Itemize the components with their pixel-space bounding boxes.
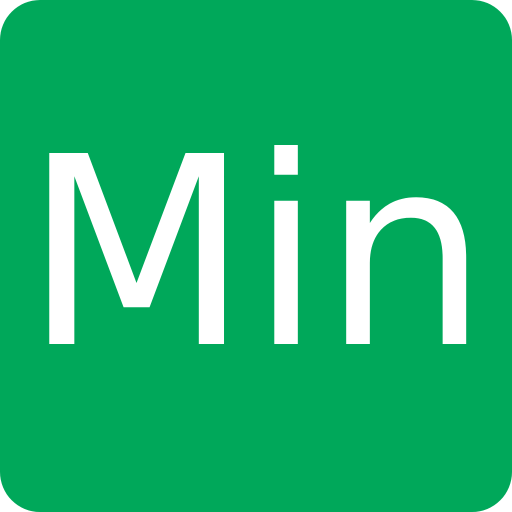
app-icon-tile: Min — [0, 0, 512, 512]
app-icon-label: Min — [23, 101, 489, 406]
